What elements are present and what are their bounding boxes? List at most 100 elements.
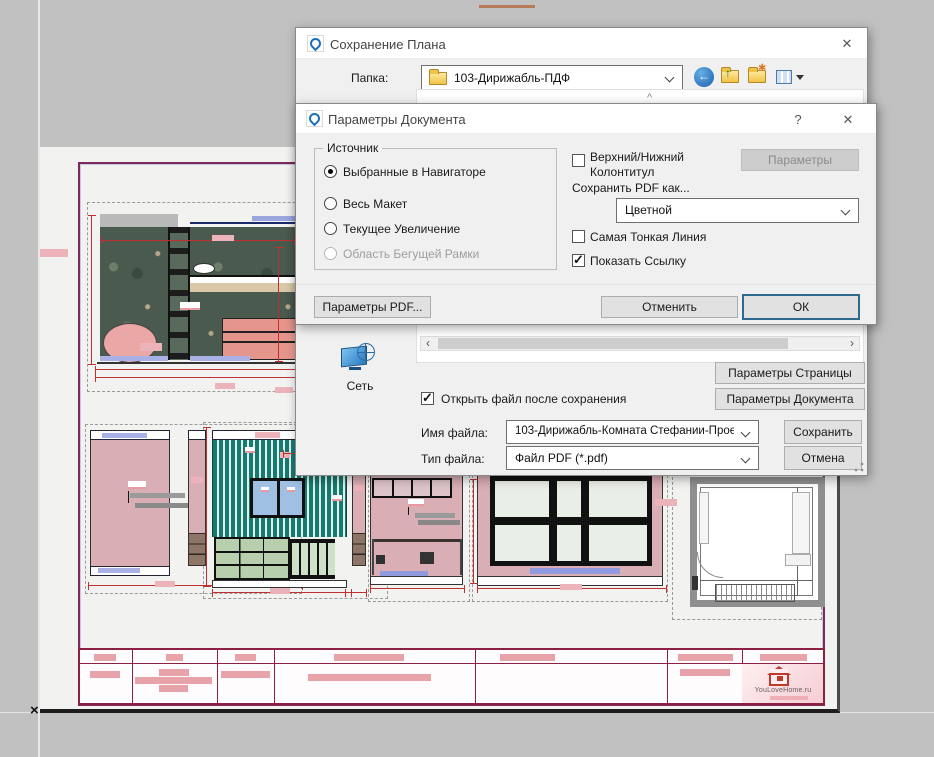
baseboard (190, 356, 250, 361)
archicad-icon (306, 110, 323, 127)
open-after-save-checkbox[interactable] (421, 392, 434, 405)
ladder (168, 227, 190, 360)
header-footer-label[interactable]: Верхний/Нижний Колонтитул (590, 150, 735, 180)
chevron-down-icon[interactable] (841, 206, 851, 216)
panel4-cabinet (352, 533, 366, 566)
document-options-button[interactable]: Параметры Документа (715, 388, 865, 410)
close-icon[interactable]: ✕ (837, 34, 857, 54)
dimension-label (215, 383, 235, 389)
panel1-skirting (98, 568, 140, 573)
show-link-checkbox[interactable] (572, 254, 585, 267)
network-label: Сеть (336, 379, 384, 393)
dimension-label (155, 581, 175, 587)
resize-grip[interactable] (854, 462, 864, 472)
panel2-cabinet (188, 533, 206, 566)
chevron-down-icon[interactable] (665, 73, 675, 83)
save-dialog-titlebar[interactable]: Сохранение Плана ✕ (296, 28, 867, 59)
chevron-down-icon[interactable] (741, 428, 751, 438)
dimension-label (40, 249, 68, 257)
radio-entire-layout[interactable] (324, 197, 337, 210)
desk-leg (460, 539, 462, 575)
back-icon[interactable]: ← (694, 67, 714, 87)
radio-current-zoom[interactable] (324, 222, 337, 235)
show-link-label[interactable]: Показать Ссылку (590, 254, 686, 268)
drawing-fragment (479, 5, 535, 8)
scroll-right-icon[interactable]: › (845, 337, 859, 350)
radio-label[interactable]: Выбранные в Навигаторе (343, 165, 486, 179)
chevron-down-icon[interactable] (741, 454, 751, 464)
callout-leader (128, 491, 129, 503)
doc-dialog-title: Параметры Документа (328, 112, 466, 127)
panel3-cabinets (214, 537, 290, 580)
dimension-label (655, 499, 677, 506)
save-dialog-title: Сохранение Плана (330, 37, 446, 52)
filename-combobox[interactable]: 103-Дирижабль-Комната Стефании-Проект (506, 420, 759, 444)
filename-value: 103-Дирижабль-Комната Стефании-Проект (515, 425, 734, 437)
horizontal-scrollbar[interactable]: ‹ › (420, 336, 860, 351)
radio-label[interactable]: Текущее Увеличение (343, 222, 460, 236)
save-pdf-as-label: Сохранить PDF как... (572, 181, 690, 195)
header-footer-checkbox[interactable] (572, 154, 585, 167)
house-icon (766, 666, 792, 686)
document-parameters-dialog[interactable]: Параметры Документа ? ✕ Источник Выбранн… (295, 103, 877, 325)
panel1-rail (102, 433, 147, 438)
radio-label[interactable]: Весь Макет (343, 197, 407, 211)
desk-top (372, 539, 462, 542)
dimension-label (270, 588, 290, 594)
panel3-sill (212, 580, 347, 588)
logo-text: YouLoveHome.ru (746, 687, 820, 694)
scrollbar-thumb[interactable] (438, 338, 788, 349)
pdf-options-button[interactable]: Параметры PDF... (314, 296, 431, 318)
dimension-label (180, 302, 200, 310)
archicad-icon (307, 35, 324, 52)
folder-combobox-value: 103-Дирижабль-ПДФ (454, 71, 570, 85)
radio-marquee-area (324, 247, 337, 260)
dimension-label (191, 477, 203, 483)
network-icon[interactable] (341, 343, 377, 373)
shelf-bar (418, 520, 460, 525)
panel6-window-frame (490, 476, 652, 566)
cancel-button[interactable]: Отмена (784, 446, 862, 470)
callout-label (408, 499, 424, 506)
thinnest-line-checkbox[interactable] (572, 230, 585, 243)
ok-button[interactable]: ОК (742, 294, 860, 320)
filetype-combobox[interactable]: Файл PDF (*.pdf) (506, 446, 759, 470)
shelf-bar (415, 513, 455, 518)
page-setup-button[interactable]: Параметры Страницы (715, 362, 865, 384)
doc-dialog-titlebar[interactable]: Параметры Документа ? ✕ (296, 104, 876, 134)
baseboard (100, 356, 168, 361)
dimension-label (255, 432, 280, 438)
tag (354, 485, 364, 491)
curtain-rail (252, 216, 297, 221)
pdf-color-combobox[interactable]: Цветной (616, 198, 859, 223)
title-block: YouLoveHome.ru (78, 648, 825, 705)
filename-label: Имя файла: (421, 426, 488, 440)
open-after-save-label[interactable]: Открыть файл после сохранения (441, 392, 626, 406)
panel3-window (250, 478, 305, 518)
close-icon[interactable]: ✕ (838, 110, 858, 130)
cancel-button[interactable]: Отменить (601, 296, 738, 318)
dimension-line (278, 247, 279, 362)
elevation-top-band (100, 214, 178, 227)
save-button[interactable]: Сохранить (784, 420, 862, 444)
separator (296, 284, 876, 285)
dimension-line (345, 592, 367, 593)
dimension-line (370, 588, 465, 589)
help-icon[interactable]: ? (788, 110, 808, 130)
dimension-label (212, 235, 234, 241)
parameters-button: Параметры (741, 149, 859, 171)
folder-combobox[interactable]: 103-Дирижабль-ПДФ (421, 65, 683, 90)
panel3-crib (290, 539, 335, 579)
filetype-value: Файл PDF (*.pdf) (515, 451, 608, 465)
dimension-line (473, 479, 474, 584)
scroll-left-icon[interactable]: ‹ (421, 337, 435, 350)
radio-selected-in-navigator[interactable] (324, 165, 337, 178)
callout-label (128, 481, 146, 489)
callout-leader (408, 507, 409, 515)
thinnest-line-label[interactable]: Самая Тонкая Линия (590, 230, 706, 244)
tag (332, 495, 342, 501)
dimension-line (206, 427, 207, 587)
shelf-bar (130, 493, 185, 498)
desk-leg (372, 539, 374, 575)
filetype-label: Тип файла: (421, 452, 485, 466)
